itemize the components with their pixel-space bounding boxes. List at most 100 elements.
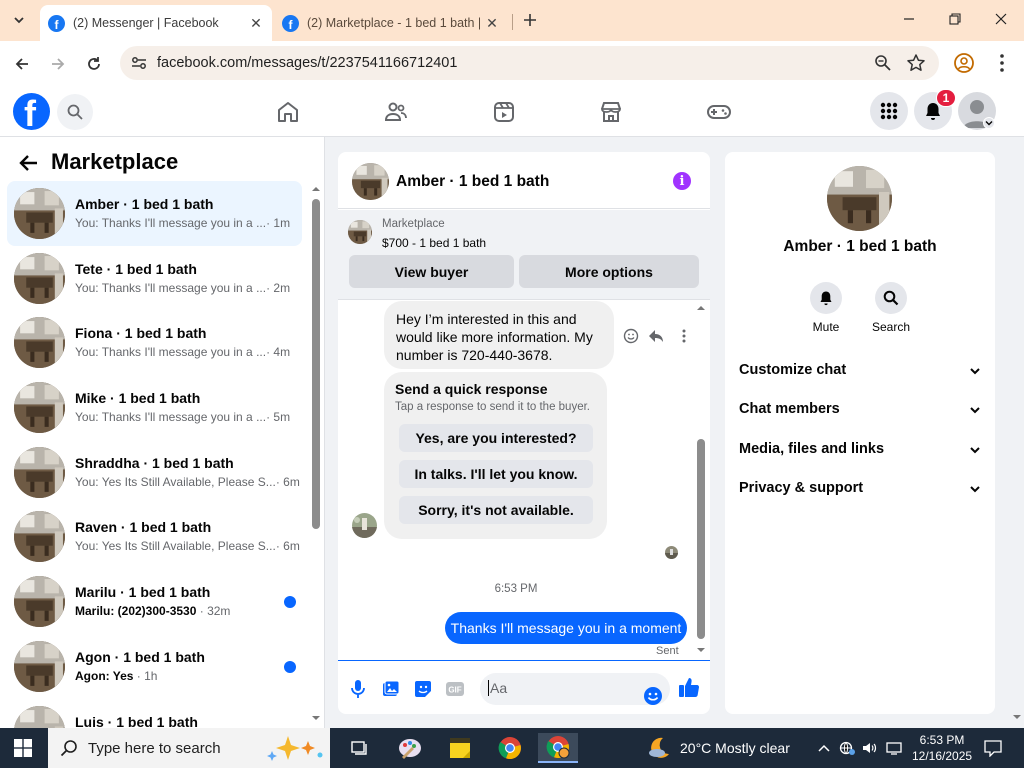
display-icon[interactable] xyxy=(886,740,902,756)
listing-banner-thumbnail[interactable] xyxy=(348,220,372,244)
conversation-item[interactable]: Agon · 1 bed 1 bath Agon: Yes · 1h xyxy=(7,634,302,699)
thread-scrollbar[interactable] xyxy=(695,301,707,657)
voice-clip-button[interactable] xyxy=(348,679,368,699)
scroll-up-arrow-icon[interactable] xyxy=(310,184,322,194)
conversation-thumbnail[interactable] xyxy=(14,511,65,563)
taskbar-app-paint[interactable] xyxy=(390,733,430,763)
volume-icon[interactable] xyxy=(862,740,878,756)
section-chat-members[interactable]: Chat members xyxy=(739,401,981,425)
gaming-nav-button[interactable] xyxy=(706,99,732,125)
close-tab-icon[interactable]: ✕ xyxy=(246,13,266,33)
search-action[interactable]: Search xyxy=(861,282,921,334)
reply-icon[interactable] xyxy=(648,328,664,344)
conversation-thumbnail[interactable] xyxy=(14,382,65,434)
conversation-item[interactable]: Fiona · 1 bed 1 bath You: Thanks I'll mes… xyxy=(7,310,302,375)
quick-response-option[interactable]: Sorry, it's not available. xyxy=(399,496,593,524)
network-status-icon[interactable] xyxy=(839,740,855,756)
conversation-thumbnail[interactable] xyxy=(14,188,65,239)
taskbar-app-chrome[interactable] xyxy=(490,733,530,763)
emoji-picker-icon[interactable] xyxy=(643,686,663,706)
new-tab-button[interactable] xyxy=(518,8,542,32)
close-window-button[interactable] xyxy=(978,0,1024,38)
back-arrow-icon[interactable] xyxy=(18,152,40,174)
conversation-item[interactable]: Amber · 1 bed 1 bath You: Thanks I'll mes… xyxy=(7,181,302,246)
section-customize-chat[interactable]: Customize chat xyxy=(739,362,981,386)
account-chevron[interactable] xyxy=(983,117,995,129)
mute-action[interactable]: Mute xyxy=(796,282,856,334)
facebook-search-button[interactable] xyxy=(57,94,93,130)
menu-button[interactable] xyxy=(870,92,908,130)
video-nav-button[interactable] xyxy=(491,99,517,125)
friends-nav-button[interactable] xyxy=(383,99,409,125)
url-text[interactable]: facebook.com/messages/t/2237541166712401 xyxy=(157,55,457,71)
conversation-thumbnail[interactable] xyxy=(14,640,65,692)
taskbar-search-box[interactable]: Type here to search xyxy=(48,728,330,768)
task-view-button[interactable] xyxy=(340,733,380,763)
conversation-item[interactable]: Marilu · 1 bed 1 bath Marilu: (202)300-35… xyxy=(7,569,302,634)
conversation-thumbnail[interactable] xyxy=(14,576,65,628)
quick-response-option[interactable]: In talks. I'll let you know. xyxy=(399,460,593,488)
scrollbar-thumb[interactable] xyxy=(697,439,705,639)
chrome-profile-icon[interactable] xyxy=(953,52,975,74)
conversation-item[interactable]: Tete · 1 bed 1 bath You: Thanks I'll mess… xyxy=(7,246,302,311)
attach-photo-button[interactable] xyxy=(381,679,401,699)
incoming-message-bubble[interactable]: Hey I’m interested in this and would lik… xyxy=(384,301,614,369)
weather-text[interactable]: 20°C Mostly clear xyxy=(680,740,790,756)
outgoing-message-bubble[interactable]: Thanks I'll message you in a moment xyxy=(445,612,687,644)
address-bar[interactable]: facebook.com/messages/t/2237541166712401 xyxy=(120,46,939,80)
back-button[interactable] xyxy=(8,50,36,78)
search-circle[interactable] xyxy=(875,282,907,314)
message-input[interactable] xyxy=(488,680,628,696)
conversation-item[interactable]: Shraddha · 1 bed 1 bath You: Yes Its Stil… xyxy=(7,440,302,505)
facebook-logo-icon[interactable]: f xyxy=(13,93,50,130)
conversation-thumbnail[interactable] xyxy=(14,252,65,304)
reload-button[interactable] xyxy=(80,50,108,78)
scroll-up-arrow-icon[interactable] xyxy=(695,303,707,313)
listing-price[interactable]: $700 - 1 bed 1 bath xyxy=(382,236,486,250)
gif-button[interactable]: GIF xyxy=(445,679,465,699)
scroll-down-arrow-icon[interactable] xyxy=(695,645,707,655)
browser-tab-messenger[interactable]: f (2) Messenger | Facebook ✕ xyxy=(40,5,272,41)
forward-button[interactable] xyxy=(44,50,72,78)
taskbar-clock[interactable]: 6:53 PM 12/16/2025 xyxy=(912,732,972,764)
sticker-button[interactable] xyxy=(413,679,433,699)
close-tab-icon[interactable]: ✕ xyxy=(482,13,502,33)
chrome-menu-icon[interactable] xyxy=(992,52,1012,74)
site-settings-icon[interactable] xyxy=(130,54,148,72)
scroll-down-arrow-icon[interactable] xyxy=(310,713,322,723)
page-scroll-down-arrow-icon[interactable] xyxy=(1011,712,1023,722)
taskbar-app-chrome-active[interactable] xyxy=(538,733,578,763)
browser-tab-marketplace[interactable]: f (2) Marketplace - 1 bed 1 bath | ✕ xyxy=(274,5,508,41)
minimize-window-button[interactable] xyxy=(886,0,932,38)
sender-avatar[interactable] xyxy=(352,513,377,538)
tab-search-button[interactable] xyxy=(6,8,32,32)
conversation-thumbnail[interactable] xyxy=(14,446,65,498)
more-vertical-icon[interactable] xyxy=(676,328,692,344)
section-privacy-support[interactable]: Privacy & support xyxy=(739,480,981,504)
info-icon[interactable]: i xyxy=(673,172,691,190)
listing-profile-image[interactable] xyxy=(827,166,892,231)
conversation-thumbnail[interactable] xyxy=(14,705,65,728)
home-nav-button[interactable] xyxy=(275,99,301,125)
quick-response-option[interactable]: Yes, are you interested? xyxy=(399,424,593,452)
restore-window-button[interactable] xyxy=(932,0,978,38)
marketplace-nav-button[interactable] xyxy=(598,99,624,125)
bookmark-star-icon[interactable] xyxy=(906,53,926,73)
view-buyer-button[interactable]: View buyer xyxy=(349,255,514,288)
chat-title[interactable]: Amber · 1 bed 1 bath xyxy=(396,173,549,191)
conversation-item[interactable]: Luis · 1 bed 1 bath xyxy=(7,699,302,728)
react-emoji-icon[interactable] xyxy=(623,328,639,344)
windows-start-icon[interactable] xyxy=(14,739,32,757)
scrollbar-thumb[interactable] xyxy=(312,199,320,529)
weather-moon-icon[interactable] xyxy=(646,735,672,761)
more-options-button[interactable]: More options xyxy=(519,255,699,288)
section-media-files-links[interactable]: Media, files and links xyxy=(739,441,981,465)
zoom-icon[interactable] xyxy=(874,54,892,72)
conversation-item[interactable]: Raven · 1 bed 1 bath You: Yes Its Still A… xyxy=(7,504,302,569)
conversation-item[interactable]: Mike · 1 bed 1 bath You: Thanks I'll mess… xyxy=(7,375,302,440)
listing-thumbnail[interactable] xyxy=(352,163,389,200)
conversation-scrollbar[interactable] xyxy=(309,182,321,727)
taskbar-app-sticky-notes[interactable] xyxy=(440,733,480,763)
show-hidden-icons-icon[interactable] xyxy=(816,740,832,756)
action-center-icon[interactable] xyxy=(984,739,1002,757)
